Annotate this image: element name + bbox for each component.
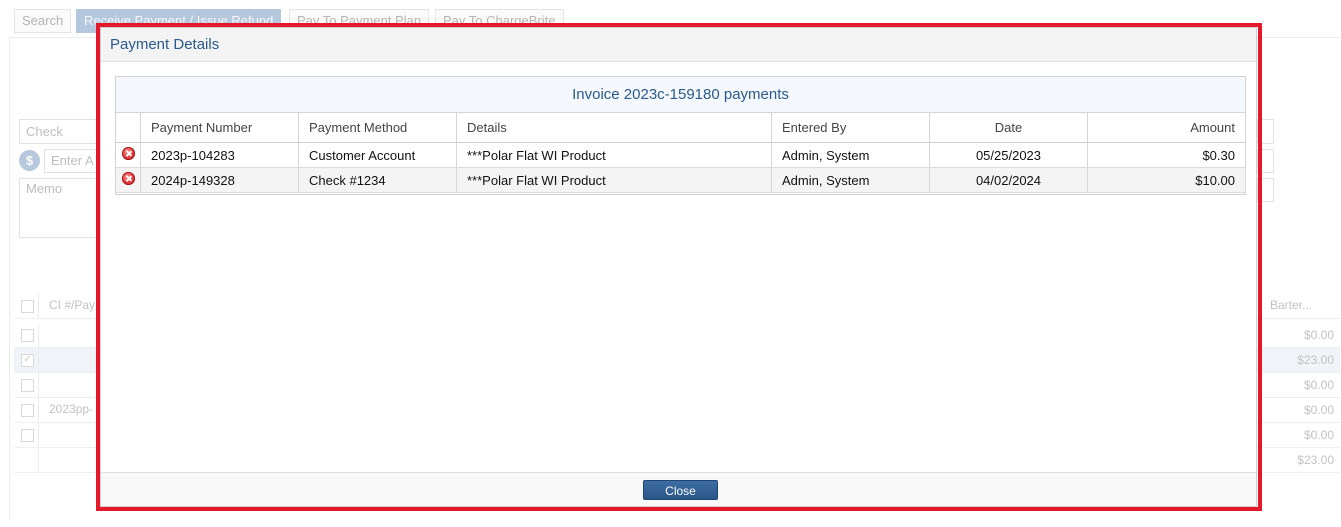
memo-field[interactable]: Memo: [19, 178, 101, 238]
payment-details-dialog: Payment Details Invoice 2023c-159180 pay…: [100, 27, 1257, 507]
column-header-delete: [116, 113, 141, 142]
row-ref: 2023pp-: [49, 402, 94, 416]
payment-type-select[interactable]: Check: [19, 119, 101, 144]
row-amount: $0.00: [1303, 378, 1334, 392]
row-checkbox[interactable]: [21, 379, 34, 392]
row-amount: $0.00: [1303, 328, 1334, 342]
payments-table: Invoice 2023c-159180 payments Payment Nu…: [115, 76, 1246, 195]
row-checkbox[interactable]: ✓: [21, 354, 34, 367]
payment-number: 2023p-104283: [141, 143, 299, 167]
select-all-checkbox[interactable]: [21, 300, 34, 313]
table-caption: Invoice 2023c-159180 payments: [116, 77, 1245, 113]
payment-details: ***Polar Flat WI Product: [457, 143, 772, 167]
dialog-title-bar: Payment Details: [101, 28, 1256, 62]
entered-by: Admin, System: [772, 168, 930, 192]
grid-total: $23.00: [1297, 453, 1334, 467]
amount-input[interactable]: Enter A: [44, 149, 104, 173]
payment-date: 05/25/2023: [930, 143, 1088, 167]
payment-method: Check #1234: [299, 168, 457, 192]
row-checkbox[interactable]: [21, 329, 34, 342]
row-amount: $23.00: [1297, 353, 1334, 367]
payment-details: ***Polar Flat WI Product: [457, 168, 772, 192]
close-button[interactable]: Close: [643, 480, 718, 500]
grid-header-barter: Barter...: [1270, 298, 1313, 312]
dialog-footer: Close: [101, 472, 1256, 506]
column-header-entered-by[interactable]: Entered By: [772, 113, 930, 142]
dialog-title: Payment Details: [110, 36, 220, 53]
delete-circle-icon[interactable]: [122, 172, 135, 185]
payment-amount: $0.30: [1088, 143, 1246, 167]
payment-amount: $10.00: [1088, 168, 1246, 192]
grid-header-ref: CI #/Pay: [49, 298, 96, 312]
row-amount: $0.00: [1303, 428, 1334, 442]
table-header: Payment Number Payment Method Details En…: [116, 113, 1246, 143]
row-checkbox[interactable]: [21, 429, 34, 442]
column-header-amount[interactable]: Amount: [1088, 113, 1246, 142]
tab-search[interactable]: Search: [14, 9, 72, 33]
right-field-1[interactable]: [1257, 119, 1274, 144]
dollar-icon: $: [19, 150, 40, 171]
column-header-date[interactable]: Date: [930, 113, 1088, 142]
delete-cell: [116, 143, 141, 167]
column-header-payment-number[interactable]: Payment Number: [141, 113, 299, 142]
payment-date: 04/02/2024: [930, 168, 1088, 192]
row-checkbox[interactable]: [21, 404, 34, 417]
delete-cell: [116, 168, 141, 192]
payment-number: 2024p-149328: [141, 168, 299, 192]
right-field-2[interactable]: [1257, 149, 1274, 173]
table-row: 2023p-104283 Customer Account ***Polar F…: [116, 143, 1246, 168]
right-field-3[interactable]: [1257, 178, 1274, 202]
column-header-payment-method[interactable]: Payment Method: [299, 113, 457, 142]
row-amount: $0.00: [1303, 403, 1334, 417]
delete-circle-icon[interactable]: [122, 147, 135, 160]
entered-by: Admin, System: [772, 143, 930, 167]
column-header-details[interactable]: Details: [457, 113, 772, 142]
table-row: 2024p-149328 Check #1234 ***Polar Flat W…: [116, 168, 1246, 193]
payment-method: Customer Account: [299, 143, 457, 167]
